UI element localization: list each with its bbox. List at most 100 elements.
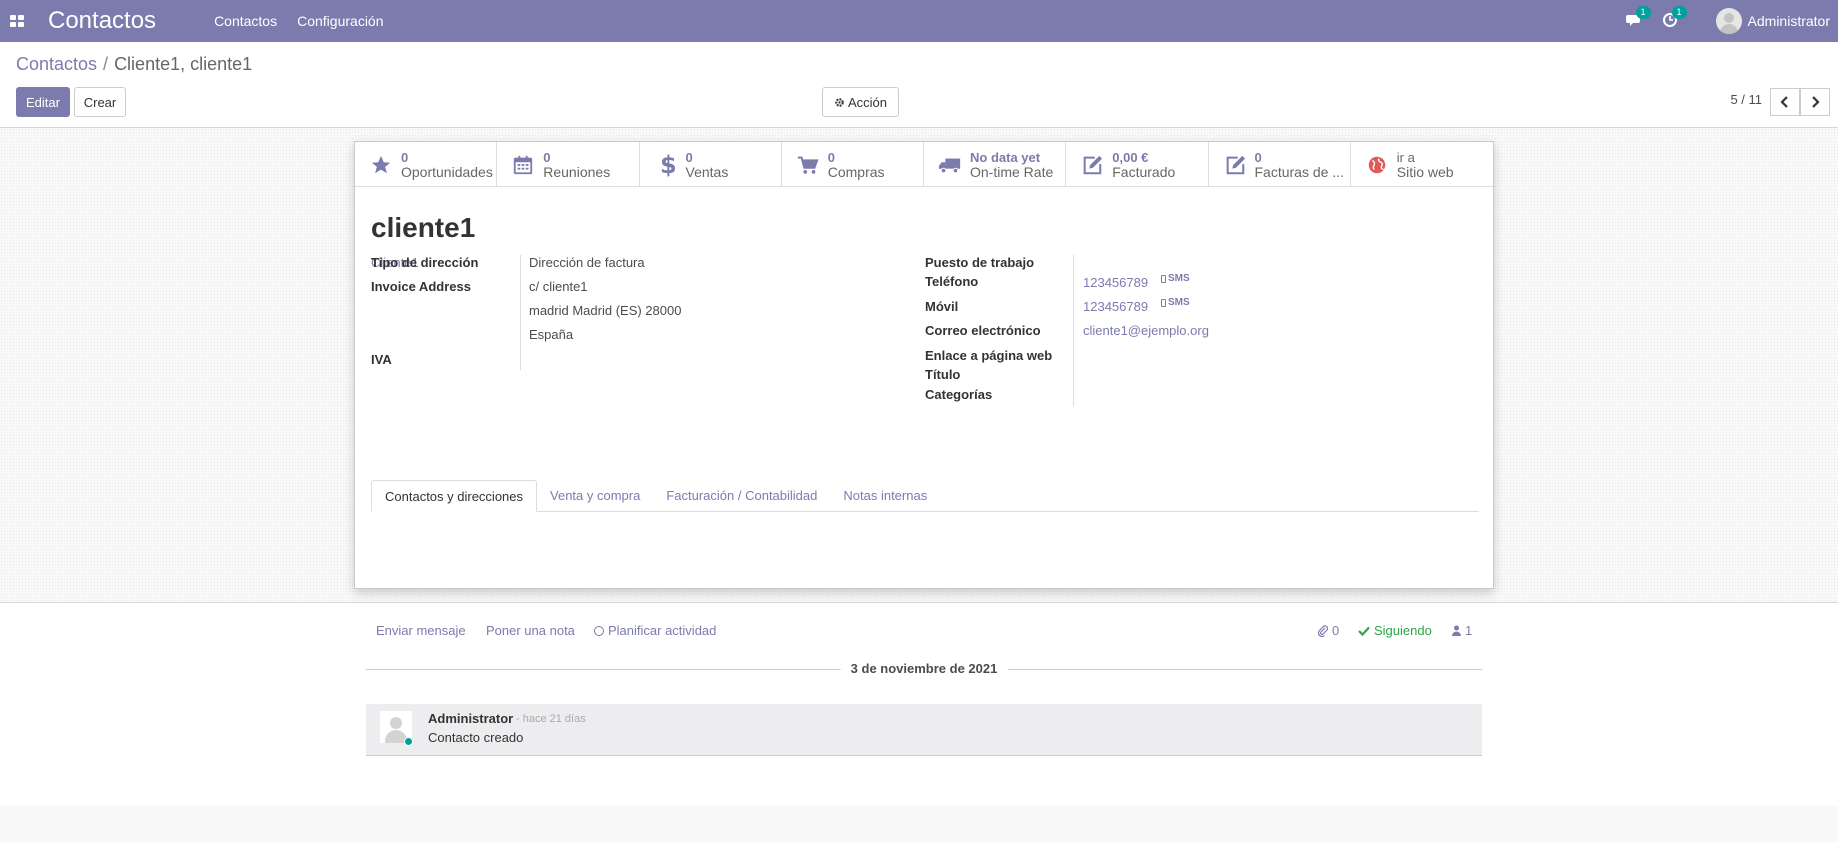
stat-label: Facturas de ... xyxy=(1254,163,1344,180)
stat-button-meetings[interactable]: 0 Reuniones xyxy=(497,142,640,187)
stat-value: 0 xyxy=(685,149,693,165)
tab-internal-notes[interactable]: Notas internas xyxy=(830,480,940,512)
mobile-label: Móvil xyxy=(925,299,959,314)
pager-previous-button[interactable] xyxy=(1770,88,1800,116)
website-label: Enlace a página web xyxy=(925,348,1053,363)
svg-text:$: $ xyxy=(660,153,677,177)
message-body: Contacto creado xyxy=(428,730,524,745)
smart-button-box: 0 Oportunidades 0 Reuniones $ 0 Ventas 0 Com… xyxy=(355,142,1493,187)
tab-sales-purchase[interactable]: Venta y compra xyxy=(537,480,653,512)
chatter: Enviar mensaje Poner una nota Planificar… xyxy=(0,603,1838,806)
action-button-label: Acción xyxy=(847,94,888,110)
following-button[interactable]: Siguiendo xyxy=(1358,623,1432,638)
control-panel: Contactos / Cliente1, cliente1 Editar Crea… xyxy=(0,42,1838,128)
messaging-menu[interactable]: 1 xyxy=(1625,6,1651,30)
attachments-count: 0 xyxy=(1332,623,1340,638)
stat-button-purchases[interactable]: 0 Compras xyxy=(782,142,924,187)
check-icon xyxy=(1358,626,1370,636)
breadcrumb-parent[interactable]: Contactos xyxy=(16,54,97,74)
stat-button-opportunities[interactable]: 0 Oportunidades xyxy=(355,142,498,187)
stat-button-vendor-bills[interactable]: 0 Facturas de ... xyxy=(1209,142,1351,187)
form-sheet: 0 Oportunidades 0 Reuniones $ 0 Ventas 0 Com… xyxy=(354,141,1494,589)
pager-value[interactable]: 5 / 11 xyxy=(1730,92,1762,107)
mobile-sms-button[interactable]: SMS xyxy=(1161,297,1190,308)
mobile-icon xyxy=(1161,298,1166,307)
phone-sms-button[interactable]: SMS xyxy=(1161,273,1190,284)
clock-icon xyxy=(594,625,604,636)
invoice-address-label: Invoice Address xyxy=(371,279,471,294)
email-link[interactable]: cliente1@ejemplo.org xyxy=(1083,323,1209,338)
user-menu[interactable]: Administrator xyxy=(1715,8,1830,34)
address-type-label: Tipo de dirección xyxy=(371,255,479,270)
menu-configuracion[interactable]: Configuración xyxy=(297,13,383,29)
edit-icon xyxy=(1223,153,1247,177)
globe-icon xyxy=(1365,153,1389,177)
stat-value: ir a xyxy=(1396,149,1415,165)
edit-button[interactable]: Editar xyxy=(16,87,70,117)
stat-value: 0 xyxy=(543,149,551,165)
gear-icon xyxy=(835,97,844,107)
country-value: España xyxy=(529,327,574,342)
sms-label: SMS xyxy=(1168,273,1190,284)
date-separator: 3 de noviembre de 2021 xyxy=(366,661,1482,677)
title-label: Título xyxy=(925,367,961,382)
stat-value: 0,00 € xyxy=(1112,149,1149,165)
stat-value: No data yet xyxy=(970,149,1041,165)
message-author[interactable]: Administrator xyxy=(428,711,513,726)
paperclip-icon xyxy=(1318,624,1328,637)
stat-button-website[interactable]: ir a Sitio web xyxy=(1351,142,1493,187)
star-icon xyxy=(369,153,393,177)
stat-label: On-time Rate xyxy=(970,163,1054,180)
stat-button-sales[interactable]: $ 0 Ventas xyxy=(640,142,782,187)
action-button[interactable]: Acción xyxy=(822,87,899,117)
chatter-message: Administrator - hace 21 días Contacto cr… xyxy=(366,704,1482,756)
stat-value: 0 xyxy=(401,149,409,165)
calendar-icon xyxy=(511,153,535,177)
page-bottom xyxy=(0,806,1838,842)
apps-menu-icon[interactable] xyxy=(10,15,24,27)
systray: 1 1 Administrator xyxy=(1625,0,1830,42)
breadcrumb-separator: / xyxy=(103,54,109,74)
create-button[interactable]: Crear xyxy=(74,87,126,117)
attachments-button[interactable]: 0 xyxy=(1318,623,1339,638)
notebook-tabs: Contactos y direcciones Venta y compra F… xyxy=(371,480,1479,512)
stat-label: Facturado xyxy=(1112,163,1176,180)
menu-contactos[interactable]: Contactos xyxy=(214,13,277,29)
stat-label: Oportunidades xyxy=(401,163,493,180)
activity-menu[interactable]: 1 xyxy=(1662,6,1687,30)
phone-link[interactable]: 123456789 xyxy=(1083,275,1148,290)
messages-badge: 1 xyxy=(1635,6,1651,19)
following-label: Siguiendo xyxy=(1374,623,1432,638)
log-note-button[interactable]: Poner una nota xyxy=(486,623,575,638)
schedule-activity-button[interactable]: Planificar actividad xyxy=(594,623,716,638)
breadcrumb-current: Cliente1, cliente1 xyxy=(114,54,253,74)
city-line-value: madrid Madrid (ES) 28000 xyxy=(529,303,682,318)
pager-next-button[interactable] xyxy=(1800,88,1830,116)
stat-label: Compras xyxy=(827,163,885,180)
stat-button-invoiced[interactable]: 0,00 € Facturado xyxy=(1066,142,1209,187)
truck-icon xyxy=(938,153,962,177)
followers-button[interactable]: 1 xyxy=(1452,623,1472,638)
phone-label: Teléfono xyxy=(925,274,979,289)
mobile-link[interactable]: 123456789 xyxy=(1083,299,1148,314)
schedule-activity-label: Planificar actividad xyxy=(608,623,717,638)
field-divider-right xyxy=(1073,255,1074,407)
stat-label: Sitio web xyxy=(1396,163,1454,180)
message-date: - hace 21 días xyxy=(516,713,586,725)
dollar-icon: $ xyxy=(654,153,678,177)
tab-invoicing-accounting[interactable]: Facturación / Contabilidad xyxy=(653,480,830,512)
stat-label: Reuniones xyxy=(543,163,611,180)
user-icon xyxy=(1452,625,1461,636)
chevron-right-icon xyxy=(1812,96,1820,108)
vat-label: IVA xyxy=(371,352,392,367)
stat-value: 0 xyxy=(827,149,835,165)
breadcrumb: Contactos / Cliente1, cliente1 xyxy=(16,54,252,75)
field-divider-left xyxy=(520,255,521,370)
cart-icon xyxy=(796,153,820,177)
tab-contacts-addresses[interactable]: Contactos y direcciones xyxy=(371,480,538,512)
record-title: cliente1 xyxy=(371,212,476,243)
stat-button-on-time-rate[interactable]: No data yet On-time Rate xyxy=(924,142,1067,187)
send-message-button[interactable]: Enviar mensaje xyxy=(376,623,466,638)
app-brand[interactable]: Contactos xyxy=(48,7,156,35)
mobile-icon xyxy=(1161,274,1166,283)
